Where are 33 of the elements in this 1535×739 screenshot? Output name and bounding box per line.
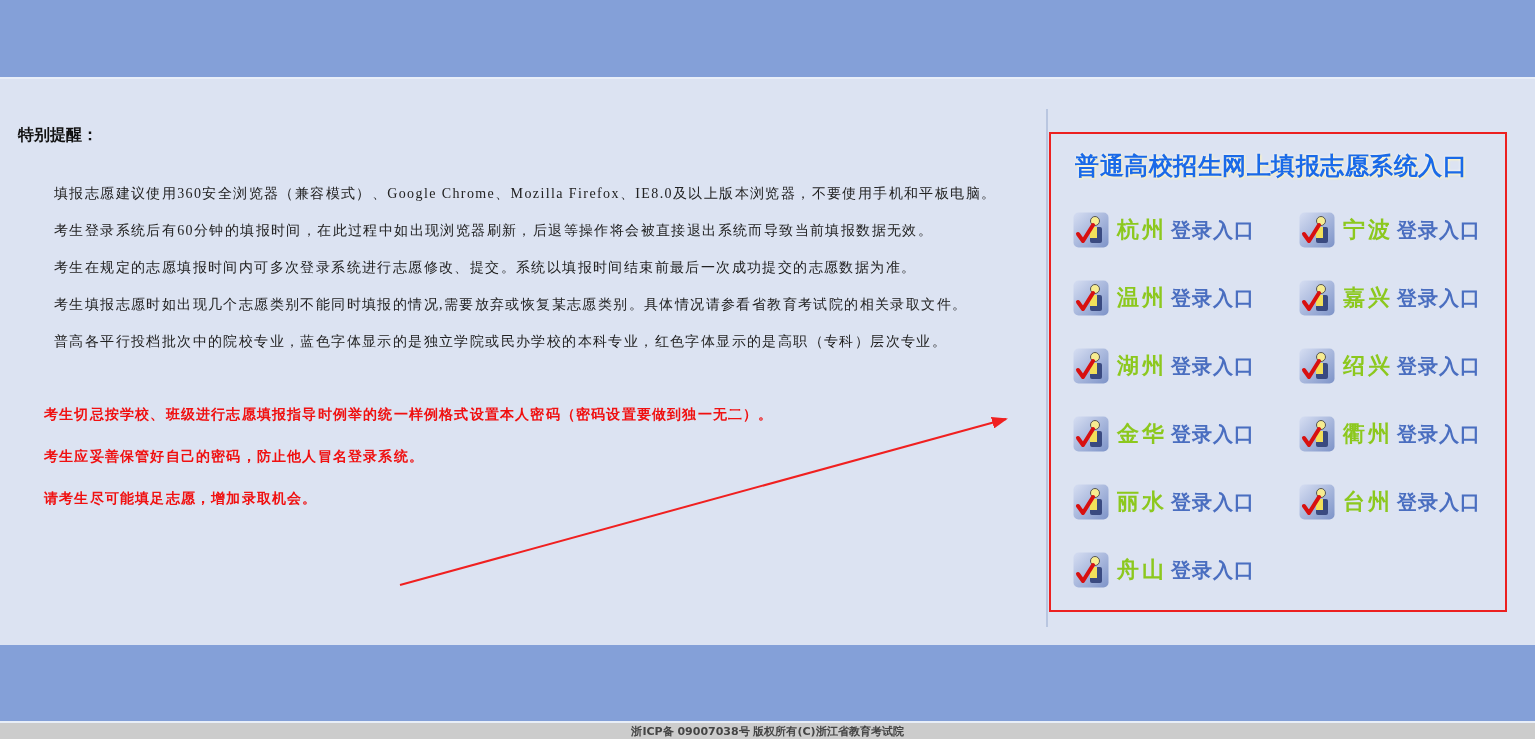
panel-title: 普通高校招生网上填报志愿系统入口 <box>1075 151 1468 182</box>
login-entry-link[interactable]: 杭州 登录入口 <box>1073 212 1255 248</box>
notice-paragraph: 考生登录系统后有60分钟的填报时间，在此过程中如出现浏览器刷新，后退等操作将会被直接退出系统而导致当前填报数据无效。 <box>53 222 935 240</box>
login-entry-link[interactable]: 衢州 登录入口 <box>1299 416 1481 452</box>
person-check-icon <box>1073 212 1109 248</box>
person-check-icon <box>1073 348 1109 384</box>
copyright-text: 浙ICP备 09007038号 版权所有(C)浙江省教育考试院 <box>631 723 904 739</box>
person-check-icon <box>1073 552 1109 588</box>
login-entry-link[interactable]: 温州 登录入口 <box>1073 280 1255 316</box>
warning-text: 请考生尽可能填足志愿，增加录取机会。 <box>43 490 319 508</box>
person-check-icon <box>1073 280 1109 316</box>
person-check-icon <box>1299 416 1335 452</box>
notice-paragraph: 考生填报志愿时如出现几个志愿类别不能同时填报的情况,需要放弃或恢复某志愿类别。具体情况请参看省教育考试院的相关录取文件。 <box>53 296 969 314</box>
person-check-icon <box>1299 280 1335 316</box>
notice-paragraph: 填报志愿建议使用360安全浏览器（兼容模式）、Google Chrome、Mozilla Firefox、IE8.0及以上版本浏览器，不要使用手机和平板电脑。 <box>53 185 998 203</box>
login-entry-link[interactable]: 丽水 登录入口 <box>1073 484 1255 520</box>
login-entry-link[interactable]: 宁波 登录入口 <box>1299 212 1481 248</box>
person-check-icon <box>1073 484 1109 520</box>
login-entry-link[interactable]: 绍兴 登录入口 <box>1299 348 1481 384</box>
person-check-icon <box>1073 416 1109 452</box>
login-entry-link[interactable]: 湖州 登录入口 <box>1073 348 1255 384</box>
notice-heading: 特别提醒： <box>17 124 99 146</box>
warning-text: 考生应妥善保管好自己的密码，防止他人冒名登录系统。 <box>43 448 425 466</box>
notice-paragraph: 考生在规定的志愿填报时间内可多次登录系统进行志愿修改、提交。系统以填报时间结束前最后一次成功提交的志愿数据为准。 <box>53 259 918 277</box>
person-check-icon <box>1299 484 1335 520</box>
person-check-icon <box>1299 348 1335 384</box>
warning-text: 考生切忌按学校、班级进行志愿填报指导时例举的统一样例格式设置本人密码（密码设置要做到独一无二）。 <box>43 406 775 424</box>
login-entry-link[interactable]: 嘉兴 登录入口 <box>1299 280 1481 316</box>
login-entry-link[interactable]: 舟山 登录入口 <box>1073 552 1255 588</box>
login-entry-link[interactable]: 台州 登录入口 <box>1299 484 1481 520</box>
login-entry-link[interactable]: 金华 登录入口 <box>1073 416 1255 452</box>
person-check-icon <box>1299 212 1335 248</box>
notice-paragraph: 普高各平行投档批次中的院校专业，蓝色字体显示的是独立学院或民办学校的本科专业，红色字体显示的是高职（专科）层次专业。 <box>53 333 949 351</box>
